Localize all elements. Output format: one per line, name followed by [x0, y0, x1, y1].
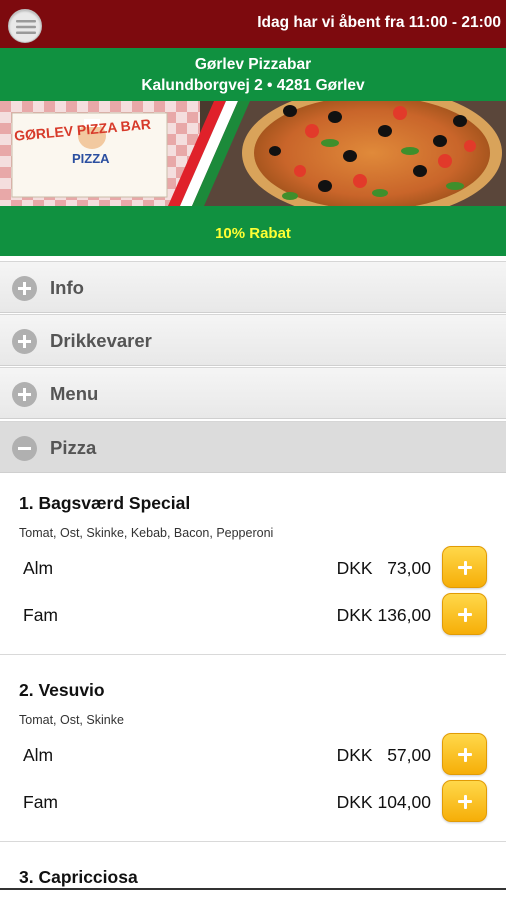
- menu-button[interactable]: [8, 9, 42, 43]
- size-label: Fam: [23, 605, 58, 625]
- item-description: Tomat, Ost, Skinke, Kebab, Bacon, Pepper…: [19, 526, 274, 540]
- size-label: Fam: [23, 792, 58, 812]
- size-label: Alm: [23, 745, 54, 765]
- divider: [0, 654, 506, 655]
- add-to-cart-button[interactable]: [442, 733, 487, 775]
- size-label: Alm: [23, 558, 54, 578]
- item-title: 3. Capricciosa: [19, 867, 138, 887]
- price-label: DKK 104,00: [336, 792, 431, 812]
- section-menu[interactable]: Menu: [0, 367, 506, 419]
- plus-circle-icon: [12, 276, 37, 301]
- minus-circle-icon: [12, 436, 37, 461]
- banner-image: GØRLEV PIZZA BAR PIZZA: [0, 101, 506, 206]
- plus-circle-icon: [12, 329, 37, 354]
- restaurant-name: Gørlev Pizzabar: [194, 56, 312, 73]
- add-to-cart-button[interactable]: [442, 546, 487, 588]
- item-description: Tomat, Ost, Skinke: [19, 713, 124, 727]
- section-label: Menu: [50, 383, 99, 404]
- plus-circle-icon: [12, 382, 37, 407]
- opening-hours-text: Idag har vi åbent fra 11:00 - 21:00: [257, 14, 501, 31]
- price-label: DKK 57,00: [336, 745, 431, 765]
- divider: [0, 841, 506, 842]
- price-label: DKK 73,00: [336, 558, 431, 578]
- section-label: Info: [50, 277, 84, 298]
- item-title: 1. Bagsværd Special: [19, 493, 191, 513]
- price-label: DKK 136,00: [336, 605, 431, 625]
- hamburger-icon: [16, 20, 36, 34]
- restaurant-info-bar: Gørlev Pizzabar Kalundborgvej 2 • 4281 G…: [0, 48, 506, 101]
- restaurant-address: Kalundborgvej 2 • 4281 Gørlev: [141, 77, 365, 94]
- pizza-banner-graphic: GØRLEV PIZZA BAR PIZZA: [0, 101, 506, 206]
- add-to-cart-button[interactable]: [442, 593, 487, 635]
- discount-text: 10% Rabat: [215, 225, 291, 242]
- section-pizza[interactable]: Pizza: [0, 421, 506, 473]
- top-bar: Idag har vi åbent fra 11:00 - 21:00: [0, 0, 506, 48]
- add-to-cart-button[interactable]: [442, 780, 487, 822]
- section-label: Pizza: [50, 437, 97, 458]
- section-info[interactable]: Info: [0, 261, 506, 313]
- logo-subtext: PIZZA: [72, 151, 110, 166]
- item-title: 2. Vesuvio: [19, 680, 105, 700]
- section-drikkevarer[interactable]: Drikkevarer: [0, 314, 506, 366]
- section-label: Drikkevarer: [50, 330, 152, 351]
- discount-banner[interactable]: 10% Rabat: [0, 206, 506, 256]
- screen-edge: [0, 888, 506, 890]
